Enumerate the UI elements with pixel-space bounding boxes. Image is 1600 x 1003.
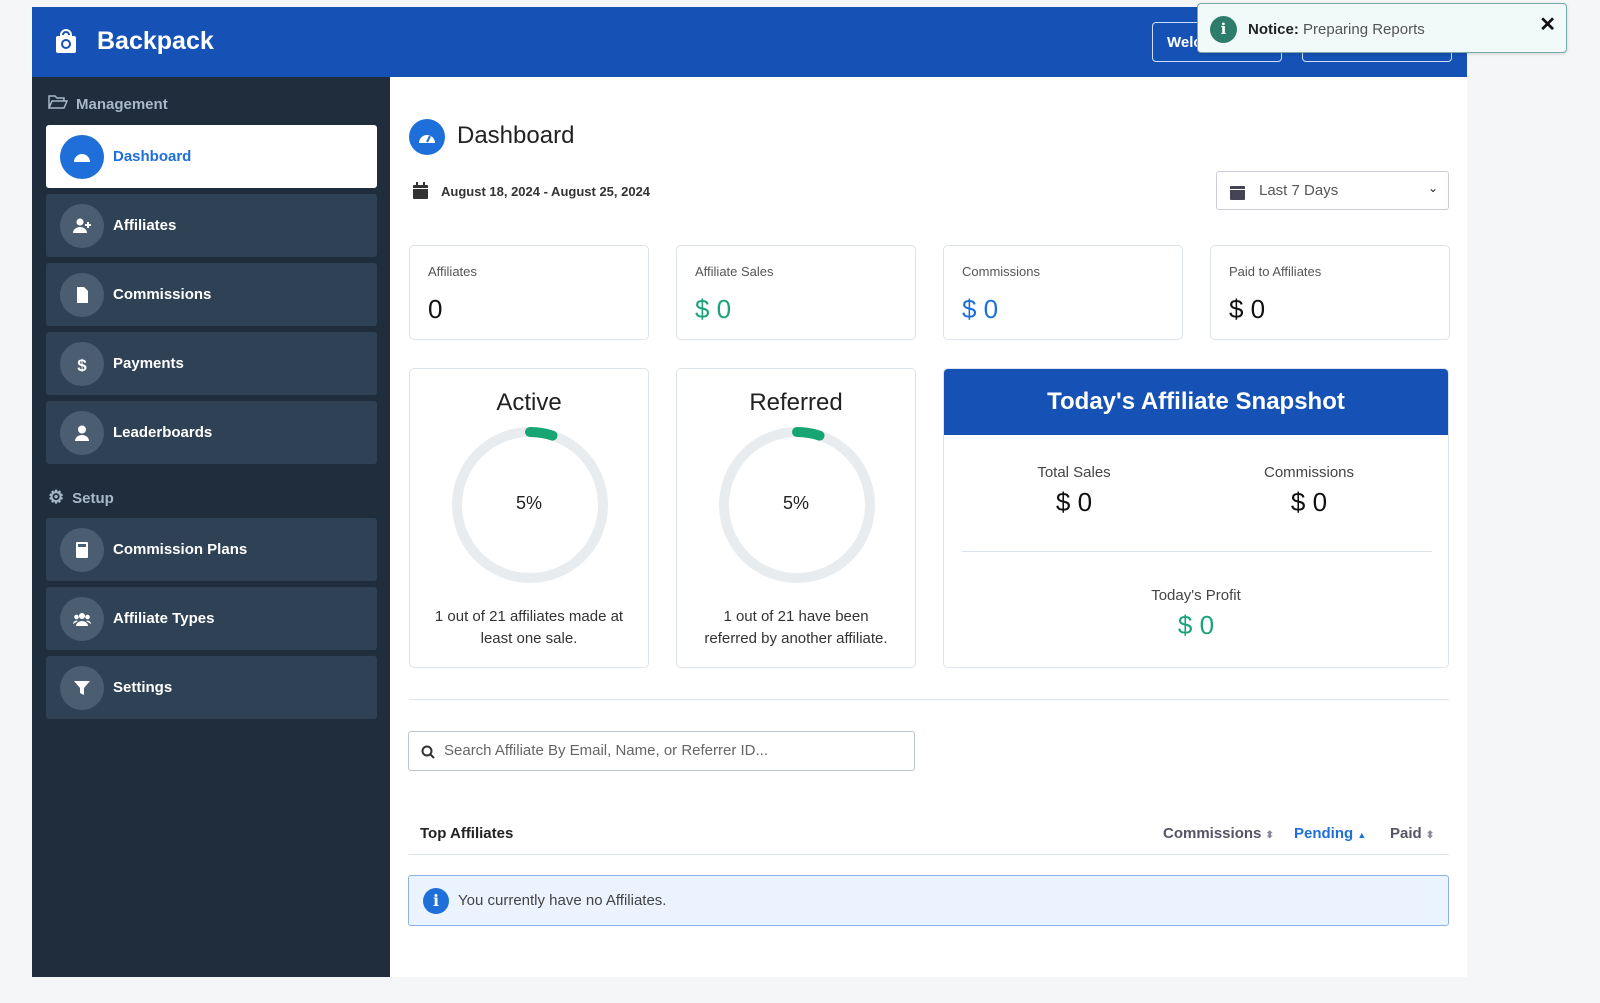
snapshot-card: Today's Affiliate Snapshot Total Sales $ … <box>943 368 1449 668</box>
profit-value: $ 0 <box>1177 610 1215 640</box>
file-icon <box>60 273 104 317</box>
active-card: Active 5% 1 out of 21 affiliates made at… <box>409 368 649 668</box>
info-icon: i <box>423 888 449 914</box>
divider <box>409 699 1449 700</box>
user-plus-icon <box>60 204 104 248</box>
referred-card: Referred 5% 1 out of 21 have been referr… <box>676 368 916 668</box>
total-sales-label: Total Sales <box>1037 464 1111 481</box>
divider <box>409 854 1449 855</box>
sidebar-item-affiliate-types[interactable]: Affiliate Types <box>46 587 377 650</box>
stat-card-paid-to-affiliates: Paid to Affiliates $ 0 <box>1210 245 1450 340</box>
sidebar-item-commission-plans[interactable]: Commission Plans <box>46 518 377 581</box>
close-icon[interactable]: ✕ <box>1539 12 1556 37</box>
empty-alert: i You currently have no Affiliates. <box>408 875 1449 926</box>
active-percent: 5% <box>515 493 542 513</box>
empty-message: You currently have no Affiliates. <box>458 892 667 909</box>
sidebar-item-label: Payments <box>113 355 184 372</box>
chevron-down-icon: ⌄ <box>1427 181 1438 195</box>
stat-label: Affiliate Sales <box>695 264 774 279</box>
info-icon: i <box>1210 16 1237 43</box>
main-content: Dashboard August 18, 2024 - August 25, 2… <box>390 77 1467 977</box>
sidebar-item-settings[interactable]: Settings <box>46 656 377 719</box>
calendar-icon <box>1230 186 1245 200</box>
calculator-icon <box>60 528 104 572</box>
stat-value: 0 <box>428 294 443 324</box>
sort-pending[interactable]: Pending ▲ <box>1294 825 1366 842</box>
gauge-icon <box>409 119 445 155</box>
active-title: Active <box>496 389 562 416</box>
referred-description: 1 out of 21 have been referred by anothe… <box>704 608 888 647</box>
sort-icon: ⬍ <box>1265 830 1274 841</box>
sidebar-item-leaderboards[interactable]: Leaderboards <box>46 401 377 464</box>
snapshot-title: Today's Affiliate Snapshot <box>944 369 1448 435</box>
date-range: August 18, 2024 - August 25, 2024 <box>441 184 651 199</box>
stat-value: $ 0 <box>1229 294 1266 324</box>
dollar-icon: $ <box>60 342 104 386</box>
snapshot-commissions-value: $ 0 <box>1290 487 1328 517</box>
users-icon <box>60 597 104 641</box>
referred-percent: 5% <box>782 493 809 513</box>
profit-label: Today's Profit <box>1151 587 1241 604</box>
sort-icon: ⬍ <box>1425 830 1435 841</box>
divider <box>962 551 1432 552</box>
stat-label: Commissions <box>962 264 1041 279</box>
user-icon <box>60 411 104 455</box>
gauge-icon <box>60 135 104 179</box>
sidebar-item-payments[interactable]: $ Payments <box>46 332 377 395</box>
stat-card-affiliates: Affiliates 0 <box>409 245 649 340</box>
notice-label: Notice: <box>1248 21 1299 38</box>
svg-text:$: $ <box>77 356 87 372</box>
search-input[interactable] <box>444 742 904 759</box>
sidebar-item-label: Commissions <box>113 286 212 303</box>
brand-name: Backpack <box>97 27 214 55</box>
sidebar-item-dashboard[interactable]: Dashboard <box>46 125 377 188</box>
stat-label: Affiliates <box>428 264 477 279</box>
affiliate-search[interactable] <box>408 731 915 771</box>
calendar-icon <box>413 182 428 199</box>
period-select[interactable]: Last 7 Days ⌄ <box>1216 171 1449 210</box>
sidebar-item-affiliates[interactable]: Affiliates <box>46 194 377 257</box>
sidebar: Management Dashboard Affiliates Commission… <box>32 77 390 977</box>
backpack-logo-icon <box>56 29 76 53</box>
referred-title: Referred <box>749 389 843 416</box>
snapshot-commissions-label: Commissions <box>1263 464 1354 481</box>
notice-message: Preparing Reports <box>1303 21 1425 38</box>
active-description: 1 out of 21 affiliates made at least one… <box>434 608 624 647</box>
folder-open-icon <box>47 95 69 109</box>
sort-commissions[interactable]: Commissions ⬍ <box>1163 825 1274 842</box>
section-setup: ⚙ Setup <box>48 487 114 507</box>
gear-icon: ⚙ <box>48 487 65 507</box>
filter-icon <box>60 666 104 710</box>
stat-card-affiliate-sales: Affiliate Sales $ 0 <box>676 245 916 340</box>
stat-label: Paid to Affiliates <box>1229 264 1322 279</box>
sidebar-item-commissions[interactable]: Commissions <box>46 263 377 326</box>
sort-asc-icon: ▲ <box>1357 830 1367 840</box>
stat-value: $ 0 <box>962 294 999 324</box>
total-sales-value: $ 0 <box>1055 487 1093 517</box>
sidebar-item-label: Commission Plans <box>113 541 248 558</box>
sort-paid[interactable]: Paid ⬍ <box>1390 825 1434 842</box>
stat-value: $ 0 <box>695 294 732 324</box>
notice-toast: i Notice: Preparing Reports ✕ <box>1197 3 1567 53</box>
table-title: Top Affiliates <box>420 825 514 842</box>
sidebar-item-label: Leaderboards <box>113 424 213 441</box>
sidebar-item-label: Dashboard <box>113 148 192 165</box>
page-title: Dashboard <box>457 122 575 149</box>
sidebar-item-label: Settings <box>113 679 173 696</box>
search-icon <box>421 745 435 759</box>
sidebar-item-label: Affiliates <box>113 217 177 234</box>
section-management: Management <box>47 95 168 113</box>
stat-card-commissions: Commissions $ 0 <box>943 245 1183 340</box>
sidebar-item-label: Affiliate Types <box>113 610 215 627</box>
